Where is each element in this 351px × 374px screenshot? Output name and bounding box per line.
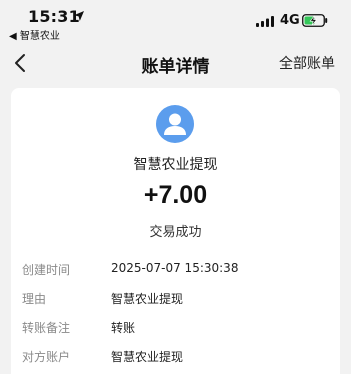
person-icon <box>164 113 186 135</box>
bill-detail-page: 15:31 ◀ 智慧农业 4G 账单详情 全部账单 智慧农业提现 +7.00 交… <box>0 0 351 374</box>
detail-value: 智慧农业提现 <box>111 350 184 364</box>
detail-row-created-time: 创建时间 2025-07-07 15:30:38 <box>11 261 340 283</box>
all-bills-link[interactable]: 全部账单 <box>279 53 335 73</box>
detail-value: 2025-07-07 15:30:38 <box>111 261 239 275</box>
network-label: 4G <box>280 13 300 28</box>
avatar <box>156 105 194 143</box>
detail-value: 转账 <box>111 321 136 335</box>
detail-row-reason: 理由 智慧农业提现 <box>11 290 340 312</box>
detail-label: 对方账户 <box>22 350 71 364</box>
amount: +7.00 <box>143 181 208 209</box>
detail-label: 理由 <box>22 292 47 306</box>
payee-name: 智慧农业提现 <box>133 157 218 173</box>
detail-row-remark: 转账备注 转账 <box>11 319 340 341</box>
transaction-status: 交易成功 <box>149 225 202 240</box>
signal-icon <box>256 16 274 27</box>
bill-card: 智慧农业提现 +7.00 交易成功 创建时间 2025-07-07 15:30:… <box>11 88 340 374</box>
detail-label: 创建时间 <box>22 263 71 277</box>
detail-label: 转账备注 <box>22 321 71 335</box>
back-to-app-link[interactable]: ◀ 智慧农业 <box>9 27 60 42</box>
status-bar: 15:31 ◀ 智慧农业 4G <box>0 0 351 44</box>
battery-charging-icon <box>302 14 328 27</box>
detail-value: 智慧农业提现 <box>111 292 184 306</box>
detail-row-counterparty: 对方账户 智慧农业提现 <box>11 348 340 370</box>
nav-bar: 账单详情 全部账单 <box>0 44 351 84</box>
location-arrow-icon <box>74 11 84 21</box>
